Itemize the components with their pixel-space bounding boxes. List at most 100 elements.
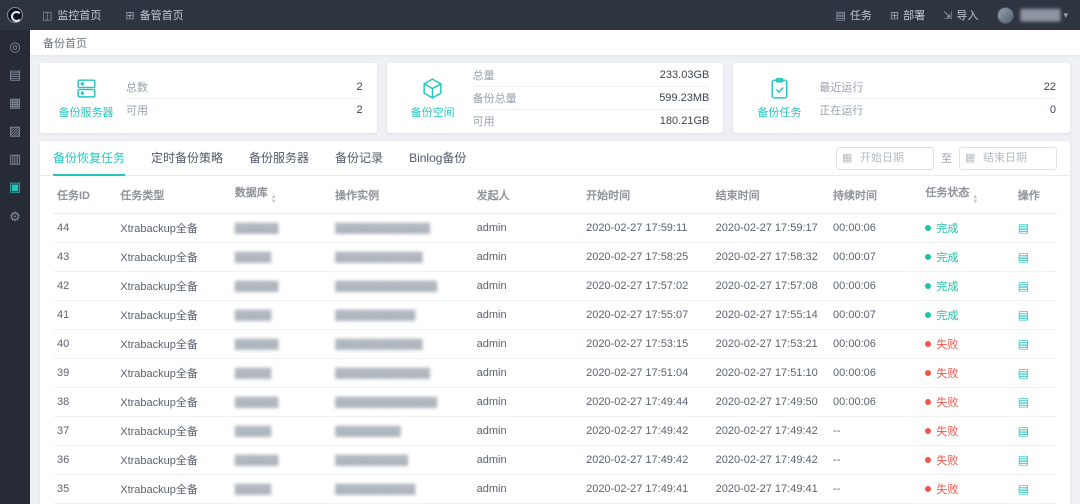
stat-row-value: 22 [1044, 81, 1056, 93]
log-detail-icon[interactable]: ▤ [1018, 395, 1029, 409]
app-logo[interactable] [0, 7, 30, 23]
sort-desc-icon[interactable]: ▼ [972, 200, 978, 205]
task-type: Xtrabackup全备 [116, 330, 230, 359]
duration-cell: 00:00:06 [829, 330, 921, 359]
alarms-icon[interactable]: ▥ [9, 152, 21, 165]
backup-home-icon: ⊞ [125, 9, 134, 22]
start-time-cell: 2020-02-27 17:49:41 [582, 475, 712, 504]
column-header-8[interactable]: 任务状态▲▼ [921, 176, 1013, 214]
end-time-cell: 2020-02-27 17:59:17 [712, 214, 829, 243]
op-cell: ▤ [1014, 243, 1057, 272]
op-cell: ▤ [1014, 388, 1057, 417]
task-type: Xtrabackup全备 [116, 446, 230, 475]
column-header-4: 发起人 [473, 176, 582, 214]
table-row: 41Xtrabackup全备▓▓▓▓▓▓▓▓▓▓▓▓▓▓▓▓admin2020-… [53, 301, 1057, 330]
duration-cell: 00:00:06 [829, 272, 921, 301]
stat-row-value: 2 [357, 104, 363, 116]
overview-icon[interactable]: ◎ [9, 40, 20, 53]
sort-desc-icon[interactable]: ▼ [271, 200, 277, 205]
avatar[interactable] [997, 7, 1014, 24]
log-detail-icon[interactable]: ▤ [1018, 482, 1029, 496]
tab-0[interactable]: 备份恢复任务 [53, 141, 125, 176]
task-id: 42 [53, 272, 116, 301]
sort-icon[interactable]: ▲▼ [972, 195, 978, 205]
duration-cell: 00:00:06 [829, 359, 921, 388]
top-navigation: ◫ 监控首页 ⊞ 备管首页 [30, 0, 196, 30]
log-detail-icon[interactable]: ▤ [1018, 308, 1029, 322]
log-detail-icon[interactable]: ▤ [1018, 366, 1029, 380]
task-type: Xtrabackup全备 [116, 359, 230, 388]
status-dot-icon [925, 399, 931, 405]
instances-icon[interactable]: ▦ [9, 96, 21, 109]
topbar-deploy-button[interactable]: ⊞ 部署 [881, 7, 934, 23]
log-detail-icon[interactable]: ▤ [1018, 221, 1029, 235]
start-date-input[interactable] [836, 147, 934, 170]
instance-cell: ▓▓▓▓▓▓▓▓▓▓ [331, 446, 473, 475]
topbar-import-button[interactable]: ⇲ 导入 [934, 7, 987, 23]
log-detail-icon[interactable]: ▤ [1018, 424, 1029, 438]
log-detail-icon[interactable]: ▤ [1018, 279, 1029, 293]
tabs-row: 备份恢复任务定时备份策略备份服务器备份记录Binlog备份 ▦ 至 ▦ [40, 141, 1070, 176]
start-time-cell: 2020-02-27 17:57:02 [582, 272, 712, 301]
instance-cell: ▓▓▓▓▓▓▓▓▓▓▓▓▓ [331, 359, 473, 388]
topnav-backup-home[interactable]: ⊞ 备管首页 [113, 0, 195, 30]
username[interactable]: ▓▓▓▓▓ [1020, 9, 1060, 21]
status-cell: 失败 [921, 417, 1013, 446]
end-time-cell: 2020-02-27 17:49:41 [712, 475, 829, 504]
stat-row-label: 可用 [126, 102, 148, 118]
sort-icon[interactable]: ▲▼ [271, 195, 277, 205]
status-cell: 失败 [921, 475, 1013, 504]
task-table: 任务ID任务类型数据库▲▼操作实例发起人开始时间结束时间持续时间任务状态▲▼操作… [53, 176, 1057, 504]
topnav-monitor-home[interactable]: ◫ 监控首页 [30, 0, 113, 30]
settings-gear-icon[interactable]: ⚙ [9, 210, 21, 223]
end-date-input[interactable] [959, 147, 1057, 170]
instance-cell: ▓▓▓▓▓▓▓▓▓▓▓▓ [331, 330, 473, 359]
op-cell: ▤ [1014, 359, 1057, 388]
task-type: Xtrabackup全备 [116, 301, 230, 330]
end-time-cell: 2020-02-27 17:58:32 [712, 243, 829, 272]
log-detail-icon[interactable]: ▤ [1018, 453, 1029, 467]
initiator-cell: admin [473, 417, 582, 446]
backup-icon[interactable]: ▣ [9, 180, 21, 193]
column-header-5: 开始时间 [582, 176, 712, 214]
stat-row: 备份总量599.23MB [473, 87, 710, 110]
stat-row: 可用180.21GB [473, 110, 710, 132]
log-detail-icon[interactable]: ▤ [1018, 337, 1029, 351]
status-dot-icon [925, 486, 931, 492]
start-date-field: ▦ [836, 147, 934, 170]
task-type: Xtrabackup全备 [116, 214, 230, 243]
end-time-cell: 2020-02-27 17:55:14 [712, 301, 829, 330]
column-header-6: 结束时间 [712, 176, 829, 214]
backup-space-icon: 备份空间 [401, 76, 465, 120]
stat-card-rows: 总数 2可用 2 [126, 76, 363, 121]
initiator-cell: admin [473, 446, 582, 475]
end-time-cell: 2020-02-27 17:53:21 [712, 330, 829, 359]
table-row: 35Xtrabackup全备▓▓▓▓▓▓▓▓▓▓▓▓▓▓▓▓admin2020-… [53, 475, 1057, 504]
start-time-cell: 2020-02-27 17:58:25 [582, 243, 712, 272]
column-header-0: 任务ID [53, 176, 116, 214]
tab-4[interactable]: Binlog备份 [409, 141, 466, 176]
initiator-cell: admin [473, 330, 582, 359]
op-cell: ▤ [1014, 446, 1057, 475]
monitor-home-icon: ◫ [42, 9, 52, 22]
status-cell: 完成 [921, 214, 1013, 243]
stat-row: 可用 2 [126, 99, 363, 121]
logo-icon [7, 7, 23, 23]
database-cell: ▓▓▓▓▓ [231, 417, 331, 446]
column-header-2[interactable]: 数据库▲▼ [231, 176, 331, 214]
table-row: 40Xtrabackup全备▓▓▓▓▓▓▓▓▓▓▓▓▓▓▓▓▓▓admin202… [53, 330, 1057, 359]
monitor-icon[interactable]: ▤ [9, 68, 21, 81]
log-detail-icon[interactable]: ▤ [1018, 250, 1029, 264]
tab-2[interactable]: 备份服务器 [249, 141, 309, 176]
task-table-wrap: 任务ID任务类型数据库▲▼操作实例发起人开始时间结束时间持续时间任务状态▲▼操作… [40, 176, 1070, 504]
stat-row-value: 599.23MB [659, 92, 709, 104]
task-type: Xtrabackup全备 [116, 417, 230, 446]
topbar-tasks-button[interactable]: ▤ 任务 [827, 7, 881, 23]
stat-row-label: 总数 [126, 79, 148, 95]
reports-icon[interactable]: ▨ [9, 124, 21, 137]
task-type: Xtrabackup全备 [116, 243, 230, 272]
chevron-down-icon[interactable]: ▾ [1063, 10, 1068, 21]
tab-1[interactable]: 定时备份策略 [151, 141, 223, 176]
tab-3[interactable]: 备份记录 [335, 141, 383, 176]
status-dot-icon [925, 457, 931, 463]
